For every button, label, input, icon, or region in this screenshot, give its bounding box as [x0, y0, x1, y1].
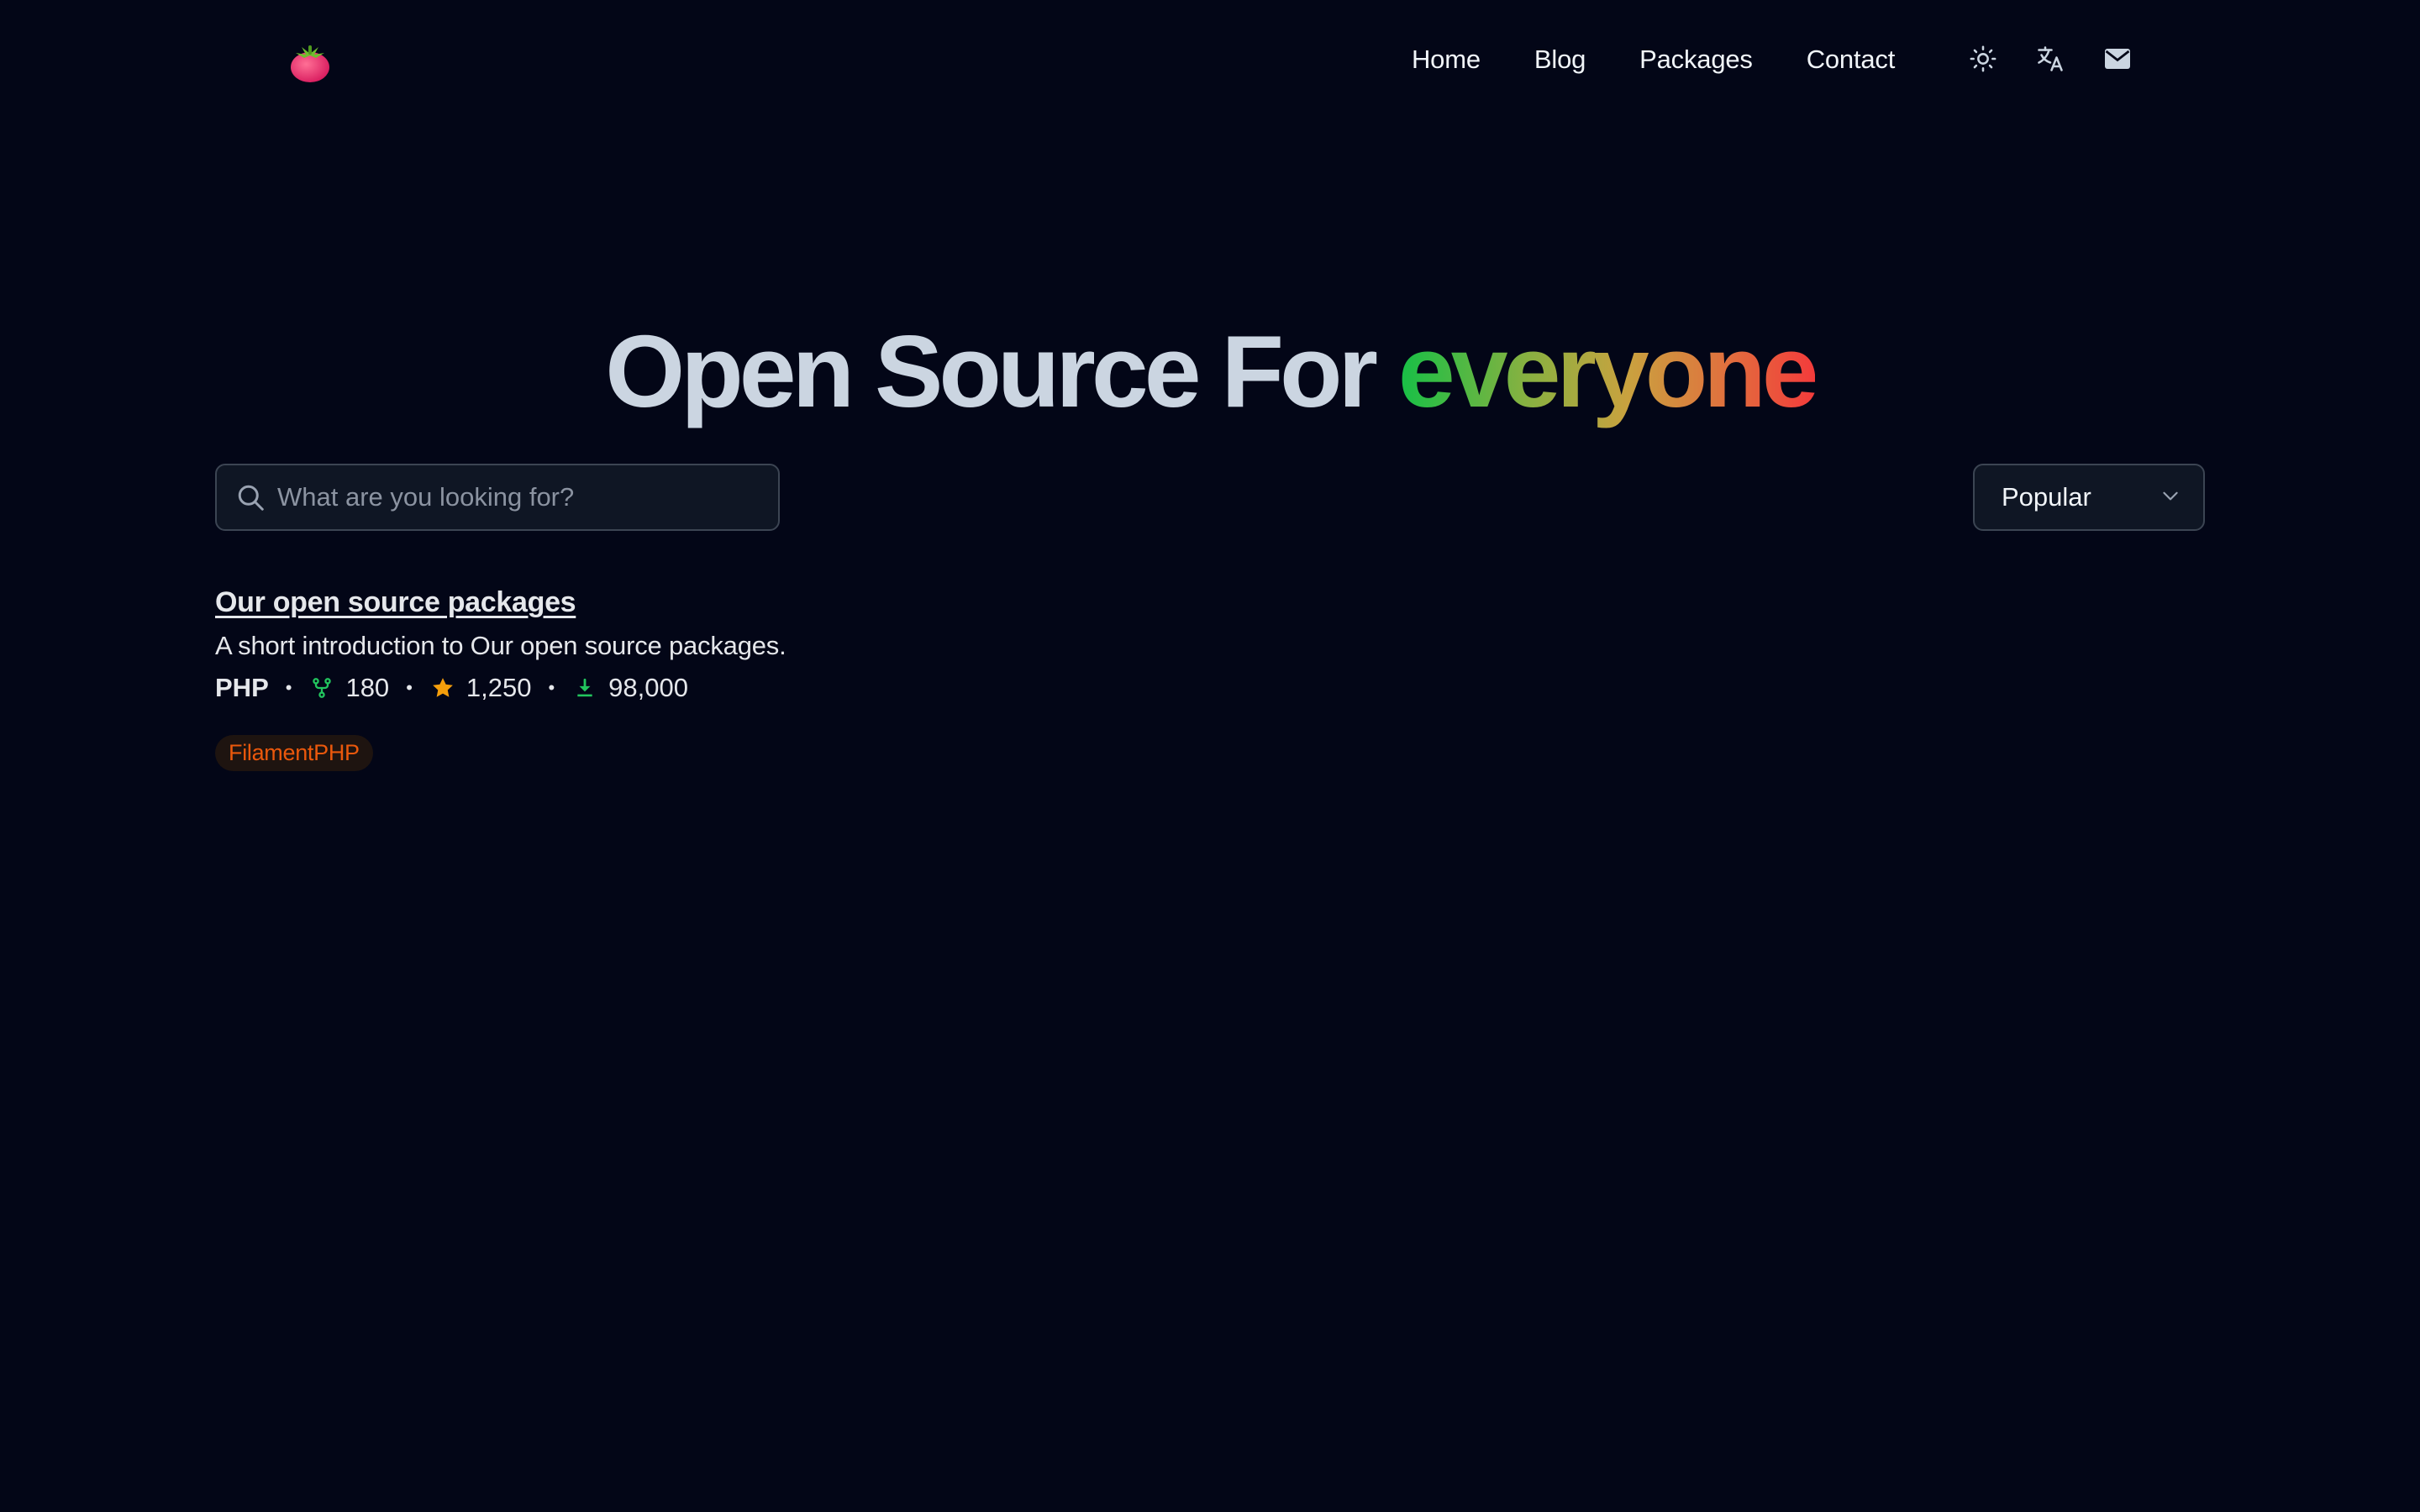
- package-title-link[interactable]: Our open source packages: [215, 586, 576, 619]
- hero-title: Open Source For everyone: [0, 312, 2420, 430]
- tomato-logo-icon[interactable]: [287, 42, 333, 84]
- separator-dot: •: [285, 677, 292, 698]
- hero-title-highlight: everyone: [1397, 313, 1819, 428]
- search-input[interactable]: [276, 468, 778, 527]
- package-description: A short introduction to Our open source …: [215, 631, 786, 660]
- search-icon: [234, 480, 267, 514]
- search-box: [215, 464, 780, 531]
- chevron-down-icon: [2160, 485, 2181, 511]
- sun-icon[interactable]: [1966, 42, 2000, 76]
- package-item: Our open source packages A short introdu…: [215, 586, 1392, 771]
- main-nav: Home Blog Packages Contact: [1412, 40, 1895, 79]
- header-tools: [1966, 42, 2134, 76]
- hero-title-plain: Open Source For: [605, 313, 1398, 428]
- package-tag[interactable]: FilamentPHP: [215, 735, 373, 771]
- nav-contact-link[interactable]: Contact: [1807, 45, 1896, 75]
- nav-blog-link[interactable]: Blog: [1534, 45, 1586, 75]
- package-forks: 180: [345, 673, 390, 702]
- package-stars: 1,250: [466, 673, 532, 702]
- sort-select[interactable]: Popular: [1973, 464, 2205, 531]
- star-icon: [429, 675, 456, 701]
- download-icon: [571, 675, 598, 701]
- site-header: Home Blog Packages Contact: [0, 0, 2420, 119]
- translate-icon[interactable]: [2033, 42, 2067, 76]
- nav-home-link[interactable]: Home: [1412, 45, 1481, 75]
- fork-icon: [308, 675, 335, 701]
- nav-packages-link[interactable]: Packages: [1639, 45, 1753, 75]
- package-meta: PHP • 180 • 1,250 • 98,000: [215, 669, 1392, 706]
- mail-icon[interactable]: [2101, 42, 2134, 76]
- package-language: PHP: [215, 673, 269, 702]
- sort-selected-value: Popular: [2002, 482, 2091, 512]
- package-downloads: 98,000: [608, 673, 688, 702]
- separator-dot: •: [406, 677, 413, 698]
- separator-dot: •: [548, 677, 555, 698]
